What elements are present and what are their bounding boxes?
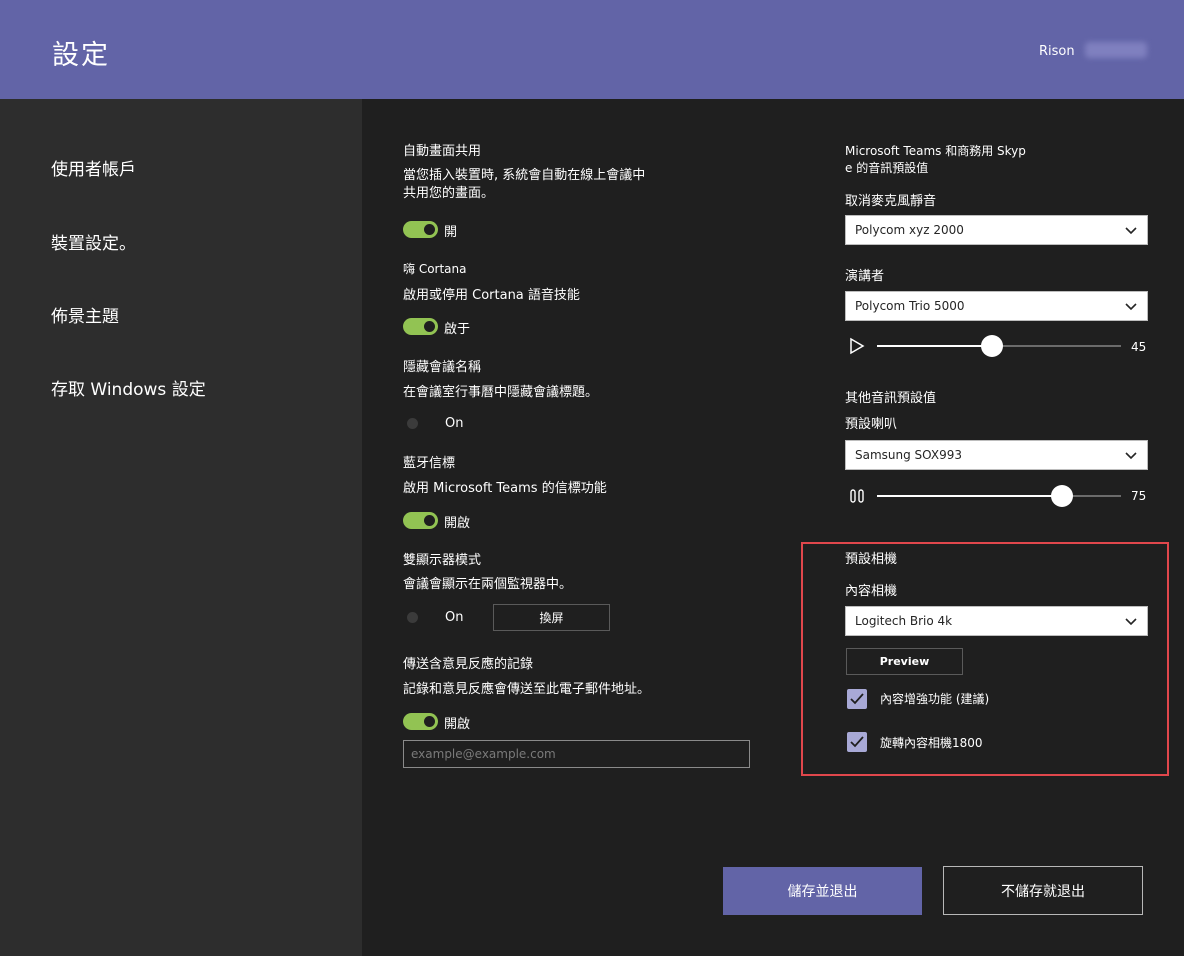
default-volume-value: 75 <box>1131 489 1147 503</box>
chevron-down-icon <box>1125 303 1137 311</box>
rotate-label: 旋轉內容相機1800 <box>880 736 983 750</box>
preview-button[interactable]: Preview <box>846 648 963 675</box>
feedback-log-title: 傳送含意見反應的記錄 <box>403 657 534 672</box>
default-speaker-select[interactable]: Samsung SOX993 <box>845 440 1148 470</box>
bluetooth-beacon-toggle-label: 開啟 <box>444 516 471 531</box>
toggle-knob <box>407 612 418 623</box>
feedback-email-input[interactable]: example@example.com <box>403 740 750 768</box>
feedback-log-toggle-label: 開啟 <box>444 717 471 732</box>
camera-heading: 預設相機 <box>845 552 898 567</box>
auto-share-title: 自動畫面共用 <box>403 144 482 159</box>
check-icon <box>850 693 864 705</box>
bluetooth-beacon-desc: 啟用 Microsoft Teams 的信標功能 <box>403 481 607 496</box>
dual-display-toggle[interactable] <box>403 609 438 626</box>
user-name: Rison <box>1039 44 1075 59</box>
default-volume-thumb[interactable] <box>1051 485 1073 507</box>
toggle-knob <box>407 418 418 429</box>
rotate-checkbox[interactable] <box>847 732 867 752</box>
enhance-checkbox[interactable] <box>847 689 867 709</box>
hide-meeting-name-title: 隱藏會議名稱 <box>403 360 482 375</box>
audio-defaults-heading-line1: Microsoft Teams 和商務用 Skyp <box>845 144 1026 158</box>
exit-without-save-button[interactable]: 不儲存就退出 <box>943 866 1143 915</box>
toggle-knob <box>424 716 435 727</box>
header-bar: 設定 Rison <box>0 0 1184 99</box>
speaker-select[interactable]: Polycom Trio 5000 <box>845 291 1148 321</box>
chevron-down-icon <box>1125 452 1137 460</box>
check-icon <box>850 736 864 748</box>
dual-display-desc: 會議會顯示在兩個監視器中。 <box>403 577 573 592</box>
cortana-toggle-label: 啟于 <box>444 322 471 337</box>
speaker-volume-thumb[interactable] <box>981 335 1003 357</box>
auto-share-toggle-label: 開 <box>444 225 458 240</box>
bluetooth-beacon-title: 藍牙信標 <box>403 456 456 471</box>
hide-meeting-name-toggle[interactable] <box>403 415 438 432</box>
speaker-volume-fill <box>877 345 992 347</box>
pause-icon[interactable] <box>849 488 865 504</box>
toggle-knob <box>424 515 435 526</box>
chevron-down-icon <box>1125 227 1137 235</box>
default-volume-fill <box>877 495 1062 497</box>
bluetooth-beacon-toggle[interactable] <box>403 512 438 529</box>
sidebar: 使用者帳戶 裝置設定。 佈景主題 存取 Windows 設定 <box>0 99 362 956</box>
cortana-title: 嗨 Cortana <box>403 262 467 276</box>
audio-defaults-heading-line2: e 的音訊預設值 <box>845 161 929 175</box>
content-camera-select[interactable]: Logitech Brio 4k <box>845 606 1148 636</box>
enhance-label: 內容增強功能 (建議) <box>880 692 990 706</box>
toggle-knob <box>424 224 435 235</box>
speaker-volume-value: 45 <box>1131 340 1147 354</box>
save-and-exit-button[interactable]: 儲存並退出 <box>723 867 922 915</box>
page-title: 設定 <box>52 40 110 71</box>
sidebar-item-user-account[interactable]: 使用者帳戶 <box>51 155 136 180</box>
mic-select-value: Polycom xyz 2000 <box>855 223 964 237</box>
cortana-toggle[interactable] <box>403 318 438 335</box>
feedback-log-toggle[interactable] <box>403 713 438 730</box>
dual-display-title: 雙顯示器模式 <box>403 553 482 568</box>
play-icon[interactable] <box>849 337 865 355</box>
content-camera-select-value: Logitech Brio 4k <box>855 614 953 628</box>
settings-main: 自動畫面共用 當您插入裝置時, 系統會自動在線上會議中 共用您的畫面。 開 嗨 … <box>362 99 1184 956</box>
default-speaker-select-value: Samsung SOX993 <box>855 448 962 462</box>
hide-meeting-name-desc: 在會議室行事曆中隱藏會議標題。 <box>403 385 599 400</box>
cortana-desc: 啟用或停用 Cortana 語音技能 <box>403 288 580 303</box>
content-camera-label: 內容相機 <box>845 584 898 599</box>
sidebar-item-windows-settings[interactable]: 存取 Windows 設定 <box>51 375 206 400</box>
auto-share-desc-line2: 共用您的畫面。 <box>403 186 495 201</box>
default-speaker-label: 預設喇叭 <box>845 417 898 432</box>
mic-select[interactable]: Polycom xyz 2000 <box>845 215 1148 245</box>
chevron-down-icon <box>1125 618 1137 626</box>
mic-label: 取消麥克風靜音 <box>845 194 937 209</box>
speaker-label: 演講者 <box>845 269 885 284</box>
hide-meeting-name-toggle-label: On <box>445 416 464 431</box>
other-audio-label: 其他音訊預設值 <box>845 391 937 406</box>
sidebar-item-theme[interactable]: 佈景主題 <box>51 302 119 327</box>
auto-share-toggle[interactable] <box>403 221 438 238</box>
user-account-obscured <box>1085 42 1147 58</box>
feedback-log-desc: 記錄和意見反應會傳送至此電子郵件地址。 <box>403 682 651 697</box>
sidebar-item-device-settings[interactable]: 裝置設定。 <box>51 229 136 254</box>
toggle-knob <box>424 321 435 332</box>
swap-screen-button[interactable]: 換屏 <box>493 604 610 631</box>
auto-share-desc-line1: 當您插入裝置時, 系統會自動在線上會議中 <box>403 168 646 183</box>
speaker-select-value: Polycom Trio 5000 <box>855 299 965 313</box>
dual-display-toggle-label: On <box>445 610 464 625</box>
